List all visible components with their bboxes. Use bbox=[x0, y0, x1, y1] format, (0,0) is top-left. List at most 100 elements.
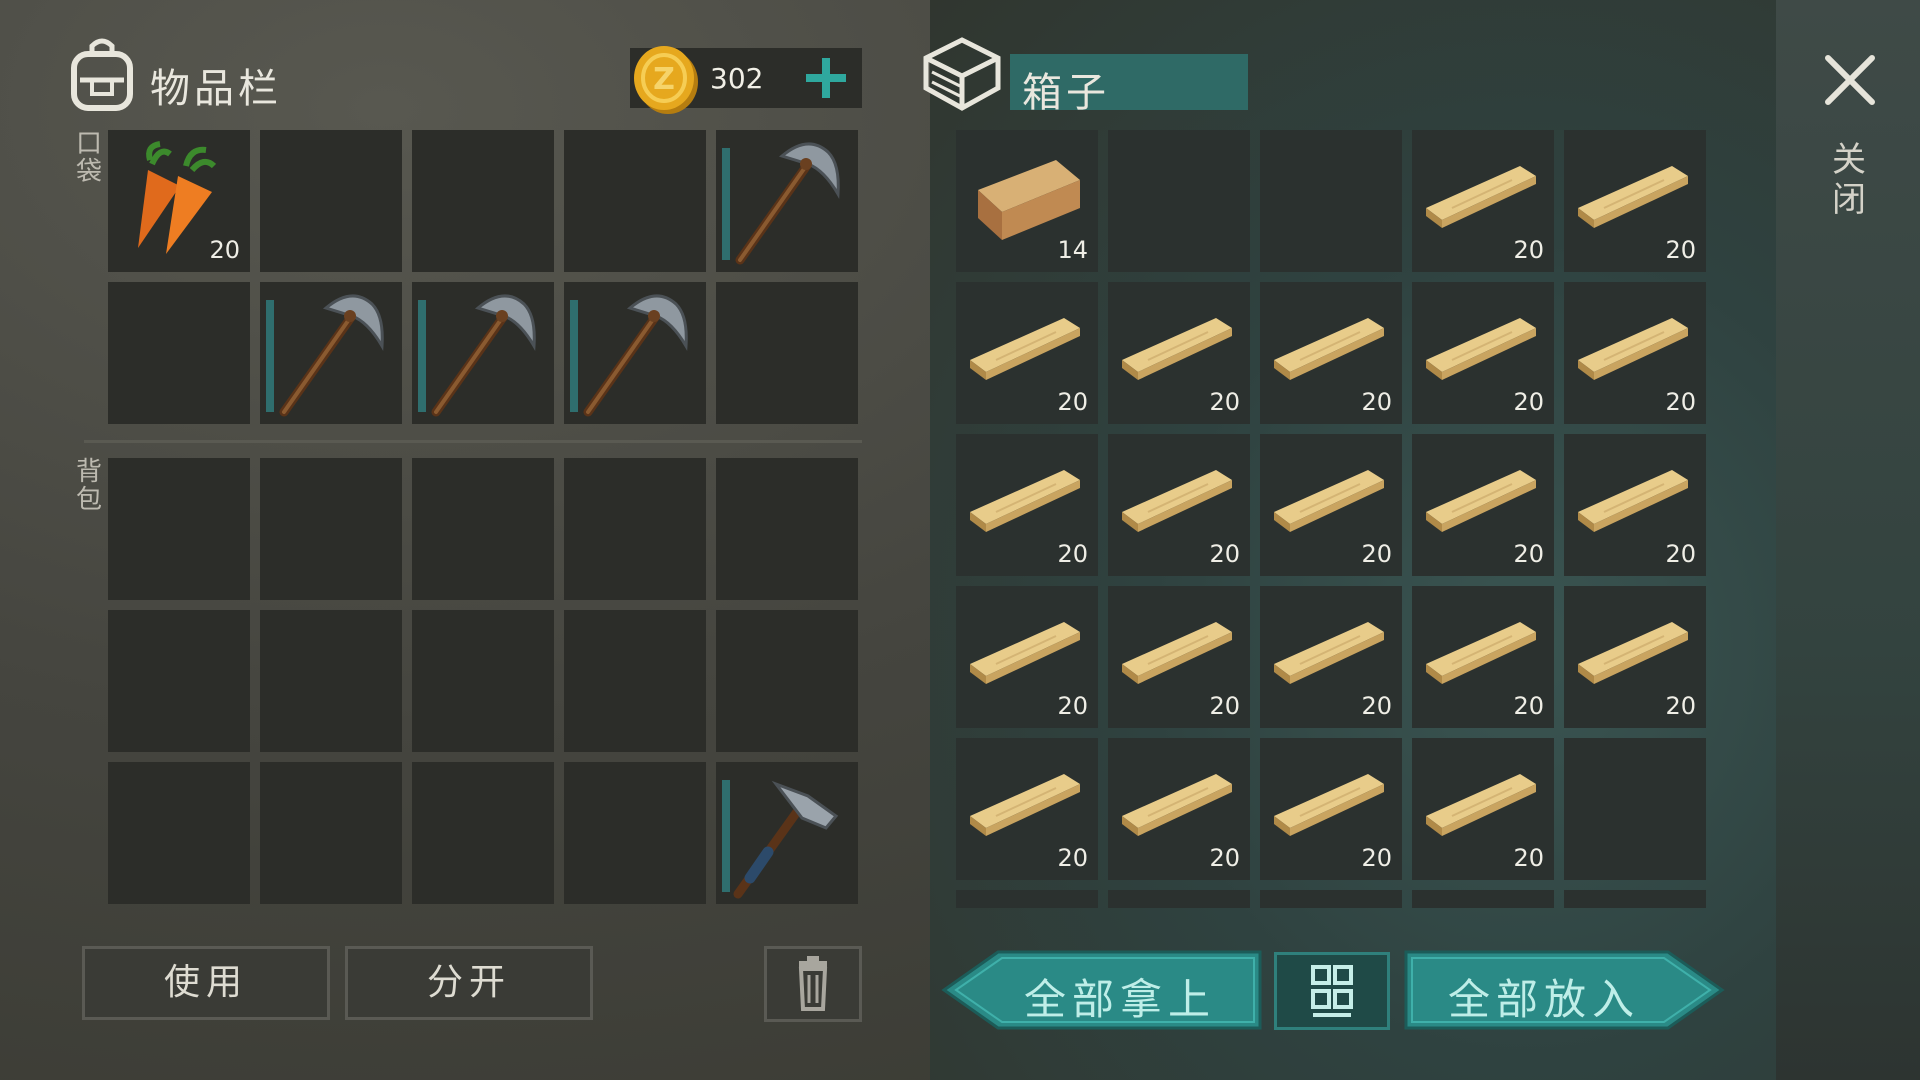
item-count: 20 bbox=[1665, 388, 1696, 416]
empty-slot[interactable] bbox=[108, 610, 250, 752]
slot-pickaxe[interactable] bbox=[260, 282, 402, 424]
item-count: 20 bbox=[1361, 692, 1392, 720]
take-all-button[interactable]: 全部拿上 bbox=[940, 950, 1262, 1030]
backpack-label: 背包 bbox=[75, 457, 102, 515]
empty-slot[interactable] bbox=[260, 130, 402, 272]
slot-plank[interactable]: 20 bbox=[1412, 586, 1554, 728]
slot-plank[interactable]: 20 bbox=[1260, 434, 1402, 576]
use-button[interactable]: 使用 bbox=[82, 946, 330, 1020]
empty-slot[interactable] bbox=[260, 458, 402, 600]
split-button[interactable]: 分开 bbox=[345, 946, 593, 1020]
empty-slot bbox=[956, 890, 1098, 908]
slot-plank[interactable]: 20 bbox=[1260, 738, 1402, 880]
slot-plank[interactable]: 20 bbox=[1108, 282, 1250, 424]
empty-slot[interactable] bbox=[108, 762, 250, 904]
empty-slot bbox=[1412, 890, 1554, 908]
item-count: 20 bbox=[1513, 236, 1544, 264]
slot-log[interactable]: 14 bbox=[956, 130, 1098, 272]
empty-slot[interactable] bbox=[412, 610, 554, 752]
hatchet-icon bbox=[733, 780, 839, 899]
close-button[interactable] bbox=[1822, 52, 1878, 108]
empty-slot[interactable] bbox=[716, 610, 858, 752]
item-count: 20 bbox=[1209, 388, 1240, 416]
slot-plank[interactable]: 20 bbox=[1564, 130, 1706, 272]
empty-slot bbox=[1564, 890, 1706, 908]
empty-slot[interactable] bbox=[108, 458, 250, 600]
slot-plank[interactable]: 20 bbox=[956, 586, 1098, 728]
slot-plank[interactable]: 20 bbox=[1108, 586, 1250, 728]
empty-slot[interactable] bbox=[108, 282, 250, 424]
slot-plank[interactable]: 20 bbox=[1564, 434, 1706, 576]
empty-slot[interactable] bbox=[1564, 738, 1706, 880]
empty-slot[interactable] bbox=[412, 762, 554, 904]
slot-plank[interactable]: 20 bbox=[1412, 738, 1554, 880]
empty-slot[interactable] bbox=[1108, 130, 1250, 272]
put-all-button[interactable]: 全部放入 bbox=[1404, 950, 1726, 1030]
empty-slot bbox=[1260, 890, 1402, 908]
add-coins-button[interactable] bbox=[804, 56, 848, 100]
empty-slot[interactable] bbox=[1260, 130, 1402, 272]
section-divider bbox=[84, 440, 862, 443]
slot-plank[interactable]: 20 bbox=[1108, 434, 1250, 576]
chest-title: 箱子 bbox=[1022, 70, 1110, 116]
empty-slot[interactable] bbox=[260, 762, 402, 904]
slot-pickaxe[interactable] bbox=[564, 282, 706, 424]
put-all-label: 全部放入 bbox=[1447, 975, 1640, 1024]
slot-plank[interactable]: 20 bbox=[956, 282, 1098, 424]
item-count: 20 bbox=[1361, 540, 1392, 568]
item-count: 20 bbox=[1057, 540, 1088, 568]
slot-hatchet[interactable] bbox=[716, 762, 858, 904]
empty-slot[interactable] bbox=[716, 282, 858, 424]
item-count: 20 bbox=[1665, 540, 1696, 568]
slot-plank[interactable]: 20 bbox=[1412, 282, 1554, 424]
sort-button[interactable] bbox=[1274, 952, 1390, 1030]
item-count: 20 bbox=[1209, 692, 1240, 720]
pickaxe-icon bbox=[279, 294, 384, 417]
item-count: 20 bbox=[1513, 388, 1544, 416]
slot-plank[interactable]: 20 bbox=[956, 738, 1098, 880]
item-count: 20 bbox=[1361, 388, 1392, 416]
item-count: 20 bbox=[1665, 236, 1696, 264]
item-count: 20 bbox=[1361, 844, 1392, 872]
slot-plank[interactable]: 20 bbox=[956, 434, 1098, 576]
chest-icon bbox=[920, 36, 1004, 112]
slot-pickaxe[interactable] bbox=[716, 130, 858, 272]
item-count: 20 bbox=[1209, 844, 1240, 872]
chest-title-bar: 箱子 bbox=[1010, 54, 1248, 116]
empty-slot[interactable] bbox=[412, 130, 554, 272]
slot-carrot[interactable]: 20 bbox=[108, 130, 250, 272]
item-count: 20 bbox=[1057, 692, 1088, 720]
coin-count: 302 bbox=[710, 62, 764, 95]
pocket-label: 口袋 bbox=[75, 129, 102, 187]
empty-slot bbox=[1108, 890, 1250, 908]
slot-plank[interactable]: 20 bbox=[1564, 586, 1706, 728]
empty-slot[interactable] bbox=[564, 610, 706, 752]
close-icon bbox=[1825, 55, 1875, 105]
slot-plank[interactable]: 20 bbox=[1564, 282, 1706, 424]
item-count: 20 bbox=[1209, 540, 1240, 568]
item-count: 20 bbox=[1513, 540, 1544, 568]
slot-pickaxe[interactable] bbox=[412, 282, 554, 424]
close-label[interactable]: 关闭 bbox=[1830, 140, 1868, 220]
slot-plank[interactable]: 20 bbox=[1412, 130, 1554, 272]
pickaxe-icon bbox=[583, 294, 688, 417]
slot-plank[interactable]: 20 bbox=[1412, 434, 1554, 576]
empty-slot[interactable] bbox=[412, 458, 554, 600]
empty-slot[interactable] bbox=[564, 458, 706, 600]
slot-plank[interactable]: 20 bbox=[1260, 586, 1402, 728]
item-count: 20 bbox=[1665, 692, 1696, 720]
item-count: 20 bbox=[1057, 844, 1088, 872]
empty-slot[interactable] bbox=[564, 130, 706, 272]
backpack-icon bbox=[66, 36, 138, 112]
trash-button[interactable] bbox=[764, 946, 862, 1022]
plus-icon bbox=[806, 58, 846, 98]
take-all-label: 全部拿上 bbox=[1023, 975, 1216, 1024]
empty-slot[interactable] bbox=[260, 610, 402, 752]
item-count: 20 bbox=[209, 236, 240, 264]
slot-plank[interactable]: 20 bbox=[1260, 282, 1402, 424]
trash-icon bbox=[798, 956, 828, 1011]
empty-slot[interactable] bbox=[564, 762, 706, 904]
slot-plank[interactable]: 20 bbox=[1108, 738, 1250, 880]
sort-grid-icon bbox=[1311, 965, 1353, 1017]
empty-slot[interactable] bbox=[716, 458, 858, 600]
